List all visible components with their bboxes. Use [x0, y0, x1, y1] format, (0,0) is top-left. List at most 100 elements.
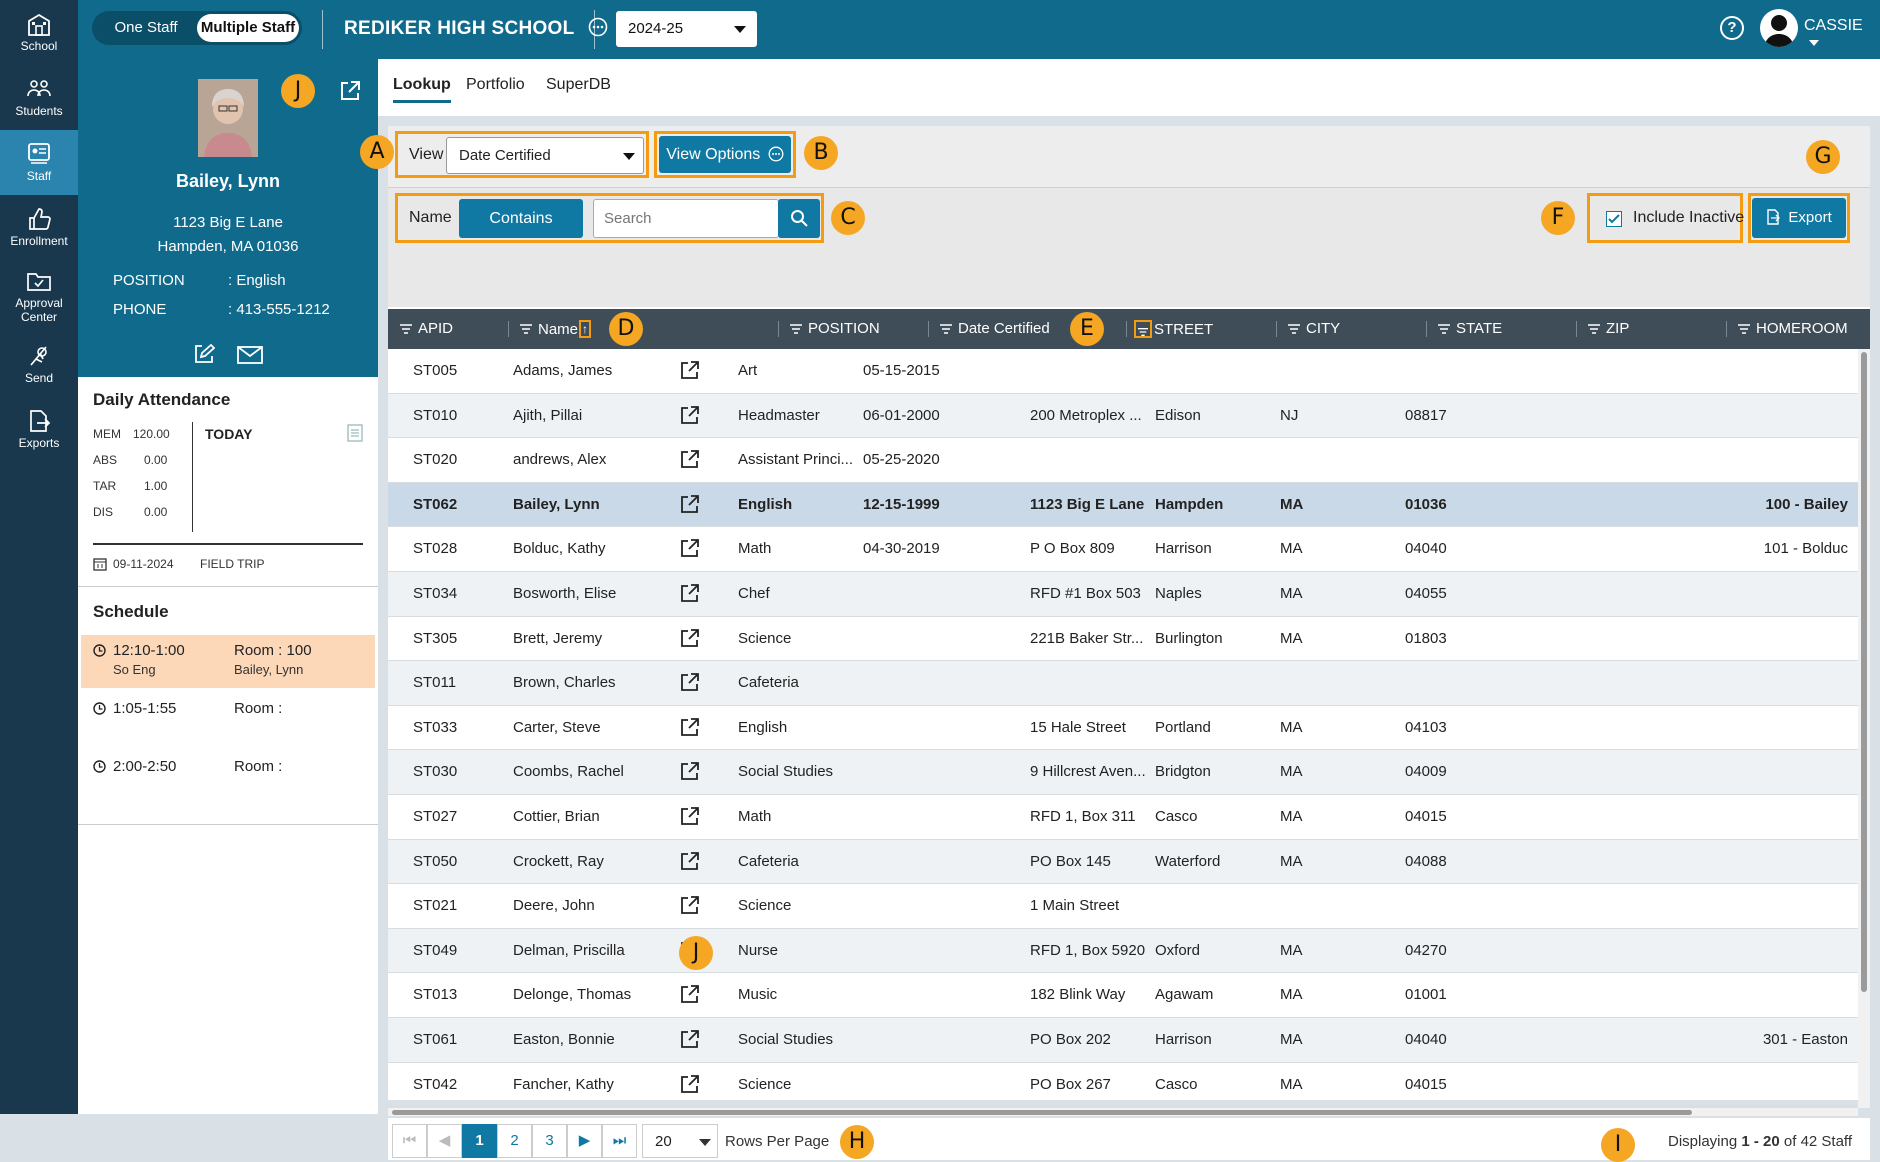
column-divider[interactable] — [1726, 321, 1727, 337]
vertical-scrollbar[interactable] — [1858, 349, 1870, 1108]
col-header-apid[interactable]: APID — [400, 320, 453, 337]
nav-staff[interactable]: Staff — [0, 130, 78, 195]
schedule-item[interactable]: 1:05-1:55 Room : — [81, 693, 375, 746]
page-2-button[interactable]: 2 — [497, 1124, 532, 1158]
more-options-icon[interactable] — [588, 17, 608, 37]
column-divider[interactable] — [508, 321, 509, 337]
table-row[interactable]: ST020 andrews, Alex Assistant Princi... 05-… — [388, 438, 1858, 483]
scrollbar-thumb[interactable] — [392, 1110, 1692, 1115]
filter-icon[interactable] — [1288, 323, 1300, 334]
prev-page-button[interactable]: ◀ — [427, 1124, 462, 1158]
document-icon[interactable] — [347, 424, 363, 442]
one-staff-toggle[interactable]: One Staff — [95, 14, 197, 42]
col-header-homeroom[interactable]: HOMEROOM — [1738, 320, 1848, 337]
nav-students[interactable]: Students — [0, 65, 78, 130]
school-name[interactable]: REDIKER HIGH SCHOOL — [344, 17, 608, 40]
schedule-item[interactable]: 12:10-1:00 So Eng Room : 100 Bailey, Lyn… — [81, 635, 375, 688]
nav-approval-center[interactable]: Approval Center — [0, 260, 78, 332]
nav-send[interactable]: Send — [0, 332, 78, 397]
contains-button[interactable]: Contains — [459, 199, 583, 238]
table-row[interactable]: ST005 Adams, James Art 05-15-2015 — [388, 349, 1858, 394]
col-header-name[interactable]: Name ↑ — [520, 320, 592, 338]
multiple-staff-toggle[interactable]: Multiple Staff — [197, 14, 299, 42]
include-inactive-checkbox[interactable] — [1606, 211, 1622, 227]
open-record-icon[interactable] — [680, 851, 700, 871]
open-record-icon[interactable] — [680, 405, 700, 425]
filter-icon[interactable] — [400, 323, 412, 334]
open-record-icon[interactable] — [680, 538, 700, 558]
table-row[interactable]: ST027 Cottier, Brian Math RFD 1, Box 311 Cas… — [388, 795, 1858, 840]
open-external-icon[interactable] — [338, 79, 362, 103]
open-record-icon[interactable] — [680, 360, 700, 380]
schedule-item[interactable]: 2:00-2:50 Room : — [81, 751, 375, 804]
edit-icon[interactable] — [193, 343, 215, 365]
table-row[interactable]: ST033 Carter, Steve English 15 Hale Street P… — [388, 706, 1858, 751]
filter-icon[interactable] — [1588, 323, 1600, 334]
table-row[interactable]: ST061 Easton, Bonnie Social Studies PO Box … — [388, 1018, 1858, 1063]
email-icon[interactable] — [237, 346, 263, 364]
table-row[interactable]: ST050 Crockett, Ray Cafeteria PO Box 145 Wat… — [388, 839, 1858, 885]
column-divider[interactable] — [1126, 321, 1127, 337]
table-row[interactable]: ST013 Delonge, Thomas Music 182 Blink Way Ag… — [388, 973, 1858, 1018]
filter-icon[interactable] — [520, 324, 532, 334]
sort-ascending-icon[interactable]: ↑ — [579, 320, 592, 338]
filter-icon[interactable] — [1438, 323, 1450, 334]
tab-superdb[interactable]: SuperDB — [546, 76, 611, 94]
nav-exports[interactable]: Exports — [0, 397, 78, 462]
filter-icon[interactable] — [790, 323, 802, 334]
next-page-button[interactable]: ▶ — [567, 1124, 602, 1158]
open-record-icon[interactable] — [680, 583, 700, 603]
page-1-button[interactable]: 1 — [462, 1124, 497, 1158]
nav-school[interactable]: School — [0, 0, 78, 65]
horizontal-scrollbar[interactable] — [388, 1108, 1858, 1116]
col-header-state[interactable]: STATE — [1438, 320, 1502, 337]
scrollbar-thumb[interactable] — [1861, 352, 1867, 992]
column-divider[interactable] — [1426, 321, 1427, 337]
search-input[interactable] — [593, 199, 779, 238]
table-row[interactable]: ST042 Fancher, Kathy Science PO Box 267 Casc… — [388, 1063, 1858, 1108]
user-menu[interactable]: CASSIE — [1804, 17, 1880, 53]
col-header-zip[interactable]: ZIP — [1588, 320, 1629, 337]
staff-mode-toggle[interactable]: One Staff Multiple Staff — [92, 11, 302, 45]
open-record-icon[interactable] — [680, 628, 700, 648]
table-row[interactable]: ST028 Bolduc, Kathy Math 04-30-2019 P O Box … — [388, 527, 1858, 572]
open-record-icon[interactable] — [680, 806, 700, 826]
first-page-button[interactable]: ⏮ — [392, 1124, 427, 1158]
export-button[interactable]: Export — [1752, 198, 1846, 238]
open-record-icon[interactable] — [680, 717, 700, 737]
page-3-button[interactable]: 3 — [532, 1124, 567, 1158]
tab-portfolio[interactable]: Portfolio — [466, 76, 525, 94]
include-inactive-label[interactable]: Include Inactive — [1633, 209, 1744, 227]
filter-icon-highlighted[interactable] — [1134, 320, 1152, 338]
open-record-icon[interactable] — [680, 984, 700, 1004]
nav-enrollment[interactable]: Enrollment — [0, 195, 78, 260]
open-record-icon[interactable] — [680, 1074, 700, 1094]
table-row[interactable]: ST305 Brett, Jeremy Science 221B Baker Str.… — [388, 617, 1858, 662]
col-header-street[interactable]: STREET — [1134, 320, 1213, 338]
table-row[interactable]: ST034 Bosworth, Elise Chef RFD #1 Box 503 Na… — [388, 572, 1858, 617]
rows-per-page-select[interactable]: 20 — [642, 1124, 718, 1158]
open-record-icon[interactable] — [680, 672, 700, 692]
open-record-icon[interactable] — [680, 1029, 700, 1049]
filter-icon[interactable] — [940, 323, 952, 334]
col-header-date-certified[interactable]: Date Certified — [940, 320, 1050, 337]
avatar[interactable] — [1760, 9, 1798, 47]
table-row[interactable]: ST021 Deere, John Science 1 Main Street — [388, 884, 1858, 929]
open-record-icon[interactable] — [680, 761, 700, 781]
view-options-button[interactable]: View Options — [659, 136, 791, 173]
column-divider[interactable] — [1276, 321, 1277, 337]
search-button[interactable] — [778, 199, 820, 238]
open-record-icon[interactable] — [680, 449, 700, 469]
table-row[interactable]: ST062 Bailey, Lynn English 12-15-1999 1123 B… — [388, 482, 1858, 528]
tab-lookup[interactable]: Lookup — [393, 76, 451, 103]
table-row[interactable]: ST030 Coombs, Rachel Social Studies 9 Hillc… — [388, 750, 1858, 795]
open-record-icon[interactable] — [680, 895, 700, 915]
col-header-city[interactable]: CITY — [1288, 320, 1340, 337]
column-divider[interactable] — [1576, 321, 1577, 337]
open-record-icon[interactable] — [680, 494, 700, 514]
view-select[interactable]: Date Certified — [446, 137, 644, 174]
filter-icon[interactable] — [1738, 323, 1750, 334]
table-row[interactable]: ST011 Brown, Charles Cafeteria — [388, 661, 1858, 706]
col-header-position[interactable]: POSITION — [790, 320, 880, 337]
table-row[interactable]: ST049 Delman, Priscilla Nurse RFD 1, Box 59… — [388, 928, 1858, 974]
